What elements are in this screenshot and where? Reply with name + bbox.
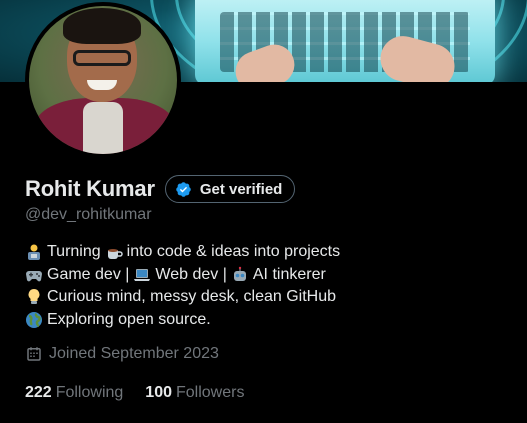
laptop-emoji-icon [134,268,151,281]
bio-text-1b: into code & ideas into projects [126,243,341,260]
profile-bio: Turning into code & ideas into projects … [25,241,340,331]
bio-text-4: Exploring open source. [47,310,211,328]
profile-avatar[interactable] [25,2,181,158]
developer-emoji-icon [28,244,40,261]
bio-line-1: Turning into code & ideas into projects [25,241,340,264]
bio-line-4: Exploring open source. [25,309,340,332]
bio-text-3: Curious mind, messy desk, clean GitHub [47,288,336,305]
robot-emoji-icon [233,266,246,281]
bio-text-1a: Turning [47,243,101,260]
get-verified-button[interactable]: Get verified [164,175,296,203]
avatar-tee [83,102,123,154]
followers-link[interactable]: 100 Followers [145,384,244,402]
avatar-hair [63,8,141,44]
following-count: 222 [25,384,52,401]
display-name: Rohit Kumar [25,176,155,201]
bio-line-3: Curious mind, messy desk, clean GitHub [25,286,340,309]
lightbulb-emoji-icon [28,289,40,305]
coffee-emoji-icon [107,249,123,260]
avatar-glasses [73,50,131,66]
profile-name-row: Rohit Kumar Get verified [25,175,296,203]
following-label: Following [55,384,124,401]
get-verified-label: Get verified [199,180,283,198]
game-controller-emoji-icon [26,270,42,282]
bio-text-2c: AI tinkerer [252,265,326,283]
calendar-icon [27,347,41,361]
bio-text-2b: Web dev | [155,265,227,283]
following-link[interactable]: 222 Following [25,384,123,402]
bio-text-2a: Game dev | [47,265,130,283]
profile-handle: @dev_rohitkumar [25,206,152,223]
bio-line-2: Game dev | Web dev | AI tinkerer [25,264,340,287]
followers-label: Followers [176,384,245,401]
followers-count: 100 [145,384,172,401]
verified-badge-icon [176,181,191,197]
joined-date: Joined September 2023 [25,345,219,363]
follow-stats: 222 Following 100 Followers [25,384,266,402]
joined-text: Joined September 2023 [49,345,219,362]
globe-emoji-icon [26,311,42,328]
